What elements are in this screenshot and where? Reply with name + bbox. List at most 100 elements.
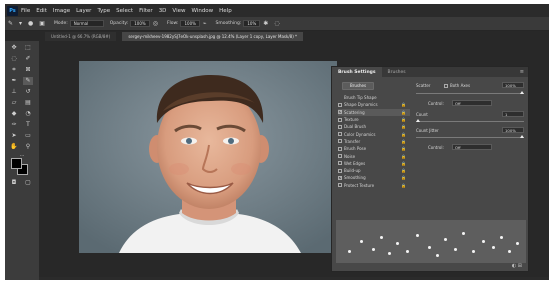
mode-select[interactable]: Normal [69,20,104,27]
tools-panel: ✥ ⬚ ◌ ✐ ⌗ ⊠ ✒ ✎ ⊥ ↺ ▱ ▤ ◆ ◔ ✑ T ➤ ▭ ✋ ⚲ … [5,41,39,280]
panel-bottom-icons: ◐ ⊞ [512,263,522,269]
foreground-color-swatch[interactable] [11,158,22,169]
control-select[interactable]: Off [452,100,492,106]
blur-tool-icon[interactable]: ◆ [9,110,19,118]
lasso-tool-icon[interactable]: ◌ [9,55,19,63]
menu-view[interactable]: View [172,8,185,14]
count-jitter-value-field[interactable]: 100% [502,127,524,133]
shape-tool-icon[interactable]: ▭ [23,132,33,140]
quick-mask-icon[interactable]: ◘ [9,179,19,187]
move-tool-icon[interactable]: ✥ [9,44,19,52]
new-brush-icon[interactable]: ⊞ [518,263,522,269]
scattering-item[interactable]: ✓ Scattering 🔒 [338,108,410,116]
transfer-item[interactable]: Transfer 🔒 [338,138,410,145]
scatter-label: Scatter [416,83,431,88]
gradient-tool-icon[interactable]: ▤ [23,99,33,107]
pen-tool-icon[interactable]: ✑ [9,121,19,129]
flow-field[interactable]: 100% [180,20,200,27]
menu-help[interactable]: Help [219,8,232,14]
canvas-area[interactable]: Brush Settings Brushes ≡ Brushes Brush T… [39,41,549,280]
menu-window[interactable]: Window [191,8,213,14]
portrait-photo[interactable] [79,61,337,253]
pressure-opacity-icon[interactable]: ◎ [153,20,158,27]
dual-brush-item[interactable]: Dual Brush 🔒 [338,123,410,130]
opacity-field[interactable]: 100% [130,20,150,27]
color-dynamics-item[interactable]: Color Dynamics 🔒 [338,130,410,137]
noise-item[interactable]: Noise 🔒 [338,152,410,159]
brush-pose-item[interactable]: Brush Pose 🔒 [338,145,410,152]
menu-3d[interactable]: 3D [159,8,167,14]
preview-dot [472,250,475,253]
lock-icon[interactable]: 🔒 [401,139,406,144]
tab-sergey-photo[interactable]: sergey-mikheev-1982ySJ7eOk-unsplash.jpg … [122,32,304,41]
eyedropper-tool-icon[interactable]: ✒ [9,77,19,85]
lock-icon[interactable]: 🔒 [401,146,406,151]
screen-mode-icon[interactable]: ▢ [23,179,33,187]
menu-layer[interactable]: Layer [76,8,91,14]
lock-icon[interactable]: 🔒 [401,175,406,180]
lock-icon[interactable]: 🔒 [401,110,406,115]
both-axes-checkbox[interactable] [444,84,448,88]
lock-icon[interactable]: 🔒 [401,161,406,166]
type-tool-icon[interactable]: T [23,121,33,129]
count-jitter-slider[interactable] [416,137,524,138]
dodge-tool-icon[interactable]: ◔ [23,110,33,118]
chevron-down-icon[interactable]: ▾ [19,20,22,27]
crop-tool-icon[interactable]: ⌗ [9,66,19,74]
texture-item[interactable]: Texture 🔒 [338,116,410,123]
build-up-item[interactable]: Build-up 🔒 [338,167,410,174]
quick-select-tool-icon[interactable]: ✐ [23,55,33,63]
history-brush-tool-icon[interactable]: ↺ [23,88,33,96]
path-select-tool-icon[interactable]: ➤ [9,132,19,140]
count-slider[interactable] [416,121,524,122]
menu-edit[interactable]: Edit [36,8,47,14]
eraser-tool-icon[interactable]: ▱ [9,99,19,107]
lock-icon[interactable]: 🔒 [401,132,406,137]
smoothing-field[interactable]: 10% [243,20,261,27]
scatter-slider-knob[interactable] [520,91,524,94]
brush-preset-icon[interactable]: ● [28,20,33,27]
scatter-value-field[interactable]: 100% [502,82,524,88]
shape-dynamics-item[interactable]: Shape Dynamics 🔒 [338,101,410,108]
lock-icon[interactable]: 🔒 [401,124,406,129]
brush-stroke-preview [336,220,526,263]
protect-texture-item[interactable]: Protect Texture 🔒 [338,182,410,189]
menu-select[interactable]: Select [116,8,133,14]
menu-type[interactable]: Type [97,8,110,14]
panel-menu-icon[interactable]: ≡ [520,69,524,75]
zoom-tool-icon[interactable]: ⚲ [23,143,33,151]
brush-tool-icon[interactable]: ✎ [23,77,33,85]
marquee-tool-icon[interactable]: ⬚ [23,44,33,52]
preview-dot [492,246,495,249]
menu-file[interactable]: File [21,8,30,14]
count-slider-knob[interactable] [416,119,420,122]
brushes-button[interactable]: Brushes [342,82,374,90]
tab-brushes[interactable]: Brushes [382,67,412,77]
both-axes-label: Both Axes [450,83,471,88]
hand-tool-icon[interactable]: ✋ [9,143,19,151]
tab-brush-settings[interactable]: Brush Settings [332,67,382,77]
clone-stamp-tool-icon[interactable]: ⊥ [9,88,19,96]
scatter-slider[interactable] [416,93,524,94]
lock-icon[interactable]: 🔒 [401,117,406,122]
frame-tool-icon[interactable]: ⊠ [23,66,33,74]
lock-icon[interactable]: 🔒 [401,102,406,107]
brush-tip-shape-item[interactable]: Brush Tip Shape [338,94,410,101]
brush-tool-icon[interactable]: ✎ [8,20,13,27]
count-jitter-slider-knob[interactable] [520,135,524,138]
tab-untitled-1[interactable]: Untitled-1 @ 66.7% (RGB/8#) [45,32,117,41]
pressure-size-icon[interactable]: ◌ [274,20,279,27]
lock-icon[interactable]: 🔒 [401,183,406,188]
wet-edges-item[interactable]: Wet Edges 🔒 [338,160,410,167]
smoothing-item[interactable]: ✓ Smoothing 🔒 [338,174,410,181]
control2-select[interactable]: Off [452,144,492,150]
menu-filter[interactable]: Filter [139,8,153,14]
count-value-field[interactable]: 1 [502,111,524,117]
lock-icon[interactable]: 🔒 [401,168,406,173]
airbrush-icon[interactable]: ⌁ [203,20,207,27]
brush-settings-toggle-icon[interactable]: ▣ [39,20,45,27]
menu-image[interactable]: Image [53,8,70,14]
gear-icon[interactable]: ✱ [263,20,268,27]
toggle-live-tip-icon[interactable]: ◐ [512,263,516,269]
lock-icon[interactable]: 🔒 [401,154,406,159]
